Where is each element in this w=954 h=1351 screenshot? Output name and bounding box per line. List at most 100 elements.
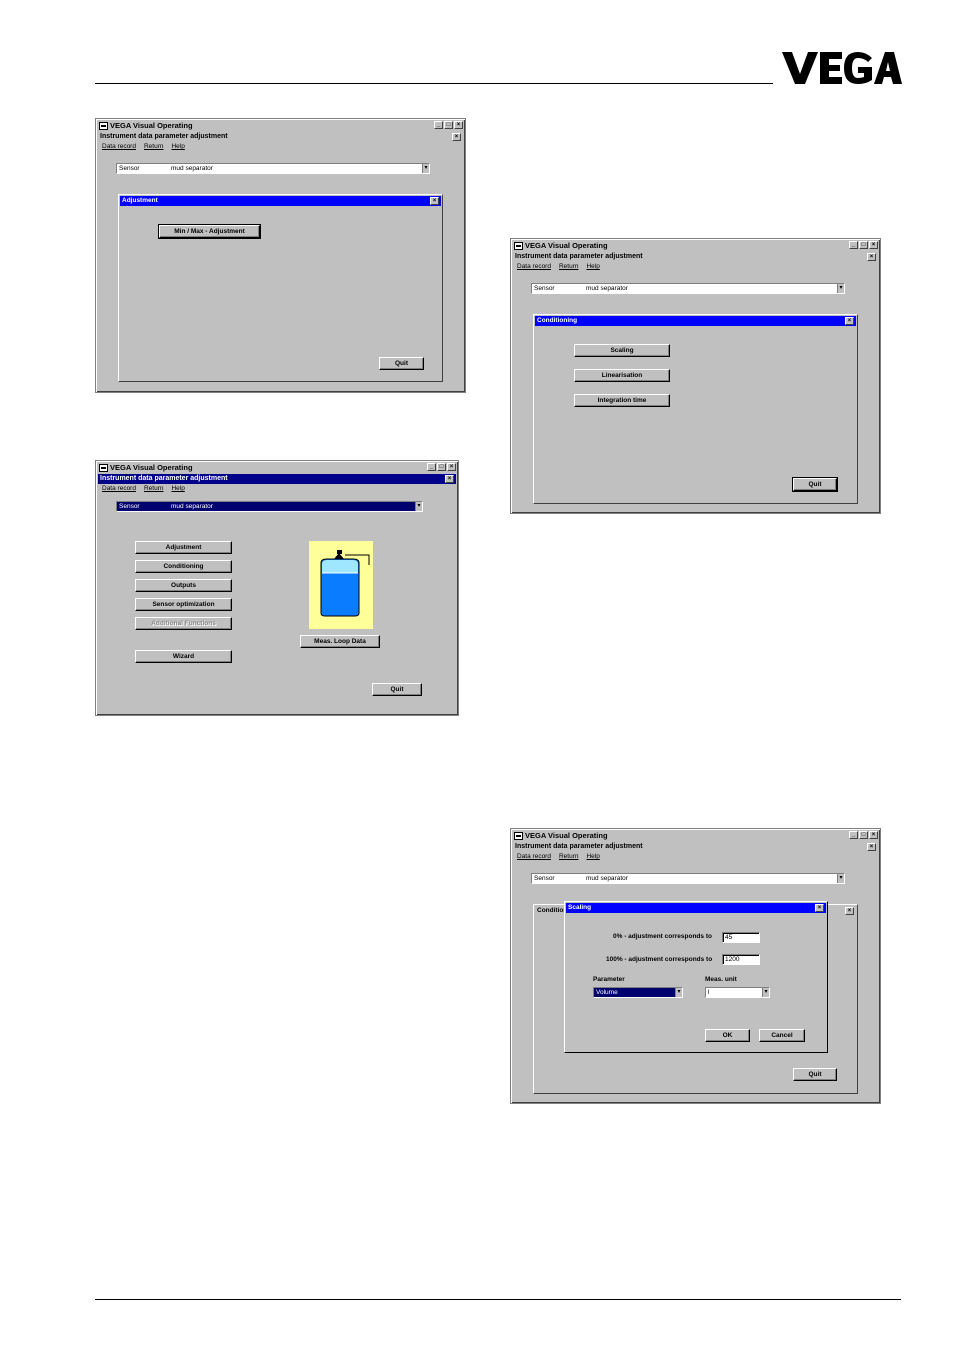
window-adjustment: VEGA Visual Operating _ □ × Instrument d… (95, 118, 466, 393)
menu-help[interactable]: Help (586, 853, 599, 861)
dialog-titlebar: Scaling × (566, 903, 826, 913)
window-scaling: VEGA Visual Operating _ □ × Instrument d… (510, 828, 881, 1104)
menu-bar: Data record Return Help (98, 143, 463, 151)
dialog-title: Conditioning (537, 317, 578, 324)
menu-help[interactable]: Help (586, 263, 599, 271)
close-icon[interactable]: × (869, 831, 878, 839)
sensor-optimization-button[interactable]: Sensor optimization (135, 598, 232, 611)
window-main: VEGA Visual Operating _ □ × Instrument d… (95, 460, 459, 716)
sensor-select[interactable]: Sensor mud separator ▾ (116, 163, 430, 174)
menu-data-record[interactable]: Data record (517, 853, 551, 861)
dialog-title: Adjustment (122, 197, 158, 204)
minimize-icon[interactable]: _ (849, 241, 858, 249)
sensor-value: mud separator (586, 875, 628, 882)
chevron-down-icon[interactable]: ▾ (675, 988, 682, 997)
close-icon[interactable]: × (430, 197, 439, 205)
dialog-titlebar: Conditioning × (535, 316, 856, 326)
parameter-label: Parameter (593, 976, 625, 983)
subwindow-titlebar: Instrument data parameter adjustment × (98, 474, 456, 484)
chevron-down-icon[interactable]: ▾ (762, 988, 769, 997)
menu-data-record[interactable]: Data record (517, 263, 551, 271)
sensor-select[interactable]: Sensor mud separator ▾ (531, 283, 845, 294)
chevron-down-icon[interactable]: ▾ (422, 164, 429, 173)
menu-return[interactable]: Return (144, 485, 164, 493)
close-icon[interactable]: × (454, 121, 463, 129)
hundred-percent-label: 100% - adjustment corresponds to (606, 956, 713, 963)
adjustment-button[interactable]: Adjustment (135, 541, 232, 554)
parameter-value: Volume (596, 989, 618, 996)
parameter-select[interactable]: Volume ▾ (593, 987, 683, 998)
chevron-down-icon[interactable]: ▾ (837, 874, 844, 883)
maximize-icon[interactable]: □ (859, 241, 868, 249)
minimize-icon[interactable]: _ (849, 831, 858, 839)
minimize-icon[interactable]: _ (427, 463, 436, 471)
scaling-dialog: Scaling × 0% - adjustment corresponds to… (564, 901, 828, 1053)
menu-return[interactable]: Return (559, 853, 579, 861)
menu-help[interactable]: Help (171, 485, 184, 493)
close-icon[interactable]: × (867, 843, 876, 851)
sensor-label: Sensor (119, 165, 140, 172)
close-icon[interactable]: × (845, 907, 854, 915)
dialog-title: Scaling (568, 904, 592, 911)
dialog-title: Condition (537, 907, 568, 914)
maximize-icon[interactable]: □ (437, 463, 446, 471)
menu-help[interactable]: Help (171, 143, 184, 151)
meas-unit-select[interactable]: l ▾ (705, 987, 770, 998)
meas-unit-value: l (708, 989, 710, 996)
sensor-value: mud separator (171, 503, 213, 510)
additional-functions-button[interactable]: Additional Functions (135, 617, 232, 630)
subwindow-title: Instrument data parameter adjustment (100, 475, 228, 482)
maximize-icon[interactable]: □ (444, 121, 453, 129)
subwindow-title: Instrument data parameter adjustment (100, 133, 228, 140)
menu-data-record[interactable]: Data record (102, 143, 136, 151)
cancel-button[interactable]: Cancel (759, 1029, 805, 1042)
subwindow-titlebar: Instrument data parameter adjustment × (513, 252, 878, 262)
adjustment-dialog: Adjustment × Min / Max - Adjustment Quit (118, 194, 443, 382)
close-icon[interactable]: × (815, 904, 824, 912)
close-icon[interactable]: × (447, 463, 456, 471)
minmax-adjustment-button[interactable]: Min / Max - Adjustment (158, 224, 261, 239)
close-icon[interactable]: × (845, 317, 854, 325)
close-icon[interactable]: × (867, 253, 876, 261)
chevron-down-icon[interactable]: ▾ (415, 502, 422, 511)
menu-bar: Data record Return Help (513, 263, 878, 271)
sensor-select[interactable]: Sensor mud separator ▾ (531, 873, 845, 884)
sensor-select[interactable]: Sensor mud separator ▾ (116, 501, 423, 512)
chevron-down-icon[interactable]: ▾ (837, 284, 844, 293)
sensor-value: mud separator (171, 165, 213, 172)
menu-data-record[interactable]: Data record (102, 485, 136, 493)
menu-return[interactable]: Return (144, 143, 164, 151)
app-icon (514, 242, 523, 250)
quit-button[interactable]: Quit (379, 357, 424, 370)
quit-button[interactable]: Quit (372, 683, 422, 696)
quit-button[interactable]: Quit (793, 1068, 837, 1081)
outputs-button[interactable]: Outputs (135, 579, 232, 592)
minimize-icon[interactable]: _ (434, 121, 443, 129)
ok-button[interactable]: OK (705, 1029, 750, 1042)
subwindow-title: Instrument data parameter adjustment (515, 253, 643, 260)
window-titlebar: VEGA Visual Operating _ □ × (98, 121, 463, 131)
menu-return[interactable]: Return (559, 263, 579, 271)
close-icon[interactable]: × (869, 241, 878, 249)
window-title: VEGA Visual Operating (110, 121, 193, 130)
sensor-value: mud separator (586, 285, 628, 292)
integration-time-button[interactable]: Integration time (574, 394, 670, 407)
dialog-titlebar: Adjustment × (120, 196, 441, 206)
close-icon[interactable]: × (445, 475, 454, 483)
scaling-button[interactable]: Scaling (574, 344, 670, 357)
hundred-percent-input[interactable]: 1200 (722, 954, 760, 965)
wizard-button[interactable]: Wizard (135, 650, 232, 663)
sensor-label: Sensor (534, 285, 555, 292)
tank-illustration (309, 541, 373, 629)
linearisation-button[interactable]: Linearisation (574, 369, 670, 382)
app-icon (514, 832, 523, 840)
meas-loop-data-button[interactable]: Meas. Loop Data (300, 635, 380, 648)
maximize-icon[interactable]: □ (859, 831, 868, 839)
quit-button[interactable]: Quit (792, 477, 838, 492)
window-titlebar: VEGA Visual Operating _ □ × (513, 831, 878, 841)
close-icon[interactable]: × (452, 133, 461, 141)
conditioning-button[interactable]: Conditioning (135, 560, 232, 573)
meas-unit-label: Meas. unit (705, 976, 737, 983)
zero-percent-input[interactable]: 45 (722, 932, 760, 943)
window-title: VEGA Visual Operating (110, 463, 193, 472)
